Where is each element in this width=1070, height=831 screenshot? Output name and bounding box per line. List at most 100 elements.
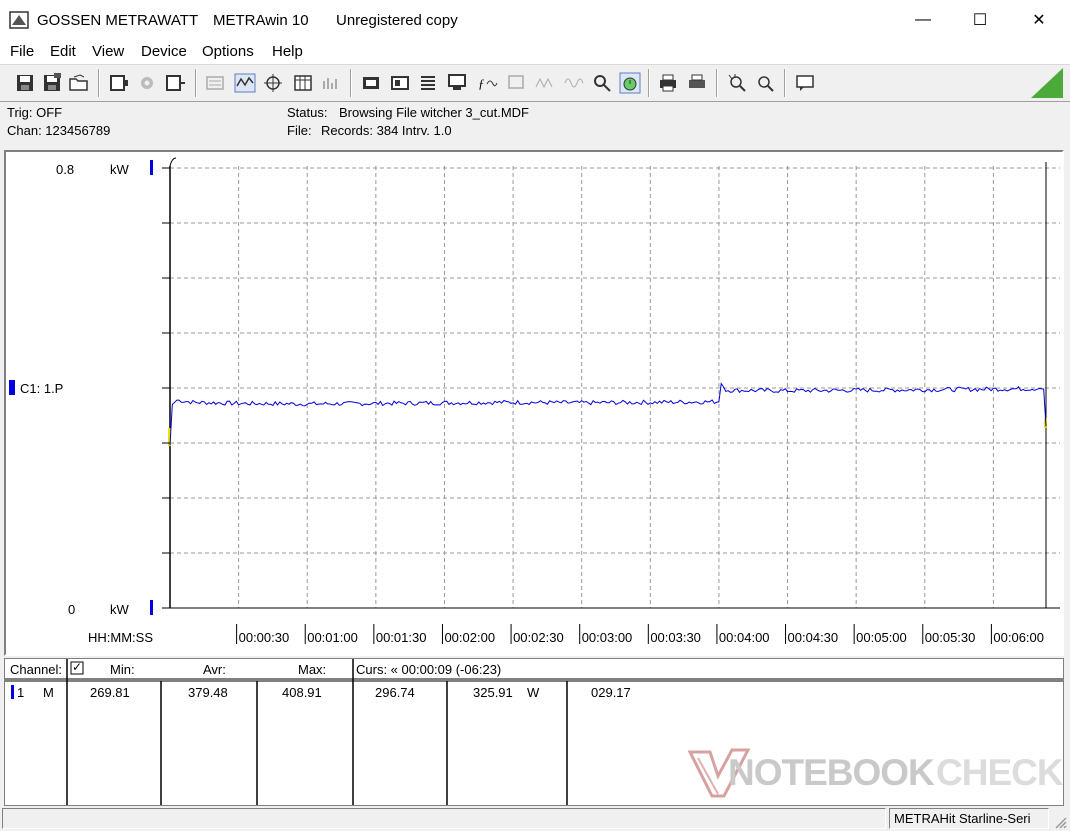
header-channel: Channel: <box>10 662 63 677</box>
x-tick-label: 00:04:30 <box>788 630 839 645</box>
title-vendor: GOSSEN METRAWATT <box>37 12 199 29</box>
y-ticks <box>162 167 170 609</box>
x-tick-label: 00:05:00 <box>856 630 907 645</box>
menu-help[interactable]: Help <box>272 43 303 60</box>
row-mode: M <box>43 685 54 700</box>
header-check: ✓ <box>72 660 83 674</box>
status-pane-main <box>2 808 886 829</box>
signal-icon <box>535 77 553 89</box>
status-triangle-icon <box>1031 68 1063 98</box>
x-tick-label: 00:03:30 <box>650 630 701 645</box>
x-tick-label: 00:00:30 <box>239 630 290 645</box>
y-bottom-unit: kW <box>110 602 130 617</box>
toolbar-separator <box>648 69 650 97</box>
toolbar-separator <box>784 69 786 97</box>
trend-chart[interactable]: 0.8 kW 0 kW C1: 1.P HH:MM:SS 00:00:30 00:… <box>4 150 1064 656</box>
y-top-unit: kW <box>110 162 130 177</box>
resize-grip-icon[interactable] <box>1052 814 1068 830</box>
zoom-out-icon[interactable] <box>754 71 776 95</box>
channel-label: C1: 1.P <box>20 381 63 396</box>
timer-icon[interactable] <box>619 71 641 95</box>
x-tick-label: 00:06:00 <box>993 630 1044 645</box>
list-view-icon <box>206 76 224 90</box>
file-value: Records: 384 Intrv. 1.0 <box>321 123 452 138</box>
wave-icon <box>564 78 584 88</box>
title-bar: GOSSEN METRAWATT METRAwin 10 Unregistere… <box>0 0 1070 40</box>
close-icon: ✕ <box>1032 12 1046 29</box>
power-series-line <box>169 382 1047 446</box>
minimize-button[interactable]: — <box>900 0 946 40</box>
open-folder-icon[interactable] <box>68 71 90 95</box>
x-tick-label: 00:04:00 <box>719 630 770 645</box>
chart-axes <box>9 157 1060 615</box>
chart-svg: 0.8 kW 0 kW C1: 1.P HH:MM:SS 00:00:30 00:… <box>9 157 1060 645</box>
save-as-icon[interactable] <box>41 71 63 95</box>
printer-device-icon <box>508 75 524 89</box>
status-bar: METRAHit Starline-Seri <box>0 806 1070 831</box>
y-axis-cap <box>169 157 177 167</box>
watermark-text-b: CHECK <box>936 752 1064 793</box>
watermark-text-a: NOTEBOOK <box>728 752 935 793</box>
y-top-marker <box>150 160 153 175</box>
y-top-label: 0.8 <box>56 162 74 177</box>
row-unit: W <box>527 685 540 700</box>
row-color-marker <box>11 685 14 699</box>
row-cursor-diff: 029.17 <box>591 685 631 700</box>
x-tick-label: 00:05:30 <box>925 630 976 645</box>
y-bottom-label: 0 <box>68 602 75 617</box>
maximize-button[interactable]: ☐ <box>957 0 1003 40</box>
time-format-label: HH:MM:SS <box>88 630 153 645</box>
save-icon[interactable] <box>14 71 36 95</box>
trigger-status: Trig: OFF <box>7 105 63 120</box>
toolbar-separator <box>350 69 352 97</box>
trend-view-icon[interactable] <box>234 71 256 95</box>
zoom-in-icon[interactable] <box>726 71 748 95</box>
crosshair-icon[interactable] <box>262 71 284 95</box>
print-preview-icon[interactable] <box>686 71 708 95</box>
menu-device[interactable]: Device <box>141 43 187 60</box>
status-label: Status: <box>287 105 328 120</box>
maximize-icon: ☐ <box>972 12 988 29</box>
close-button[interactable]: ✕ <box>1016 0 1062 40</box>
chart-grid <box>170 166 1060 609</box>
record-list-icon[interactable] <box>417 71 439 95</box>
channel-color-marker <box>9 380 15 395</box>
menu-view[interactable]: View <box>92 43 124 60</box>
title-license: Unregistered copy <box>336 12 458 29</box>
row-channel-number[interactable]: 1 <box>17 685 24 700</box>
notebookcheck-watermark: NOTEBOOK CHECK <box>687 748 1068 800</box>
device-settings-icon <box>141 77 153 89</box>
y-bottom-marker <box>150 600 153 615</box>
header-cursor: Curs: « 00:00:09 (-06:23) <box>356 662 502 677</box>
menu-file[interactable]: File <box>10 43 34 60</box>
toolbar: ƒ <box>0 64 1070 102</box>
table-view-icon[interactable] <box>292 71 314 95</box>
function-icon[interactable]: ƒ <box>476 71 498 95</box>
menu-options[interactable]: Options <box>202 43 254 60</box>
title-app: METRAwin 10 <box>213 12 309 29</box>
device-export-icon[interactable] <box>164 71 186 95</box>
monitor-icon[interactable] <box>446 71 468 95</box>
toolbar-separator <box>716 69 718 97</box>
status-pane-device: METRAHit Starline-Seri <box>889 808 1049 829</box>
row-avr: 379.48 <box>188 685 228 700</box>
header-avr: Avr: <box>203 662 226 677</box>
help-chat-icon[interactable] <box>794 71 816 95</box>
x-tick-labels: 00:00:30 00:01:00 00:01:30 00:02:00 00:02:30… <box>236 624 1044 645</box>
info-panel: Trig: OFF Chan: 123456789 Status: Browsi… <box>0 102 1070 148</box>
menu-bar: File Edit View Device Options Help <box>0 40 1070 64</box>
menu-edit[interactable]: Edit <box>50 43 76 60</box>
row-max: 408.91 <box>282 685 322 700</box>
print-icon[interactable] <box>657 71 679 95</box>
header-max: Max: <box>298 662 327 677</box>
zoom-search-icon[interactable] <box>591 71 613 95</box>
bar-view-icon <box>323 78 337 89</box>
file-label: File: <box>287 123 312 138</box>
record-memory-icon[interactable] <box>389 71 411 95</box>
device-read-icon[interactable] <box>108 71 130 95</box>
row-min: 269.81 <box>90 685 130 700</box>
record-start-icon[interactable] <box>360 71 382 95</box>
svg-text:ƒ: ƒ <box>478 76 485 91</box>
app-logo-icon <box>9 11 29 29</box>
status-value: Browsing File witcher 3_cut.MDF <box>339 105 529 120</box>
